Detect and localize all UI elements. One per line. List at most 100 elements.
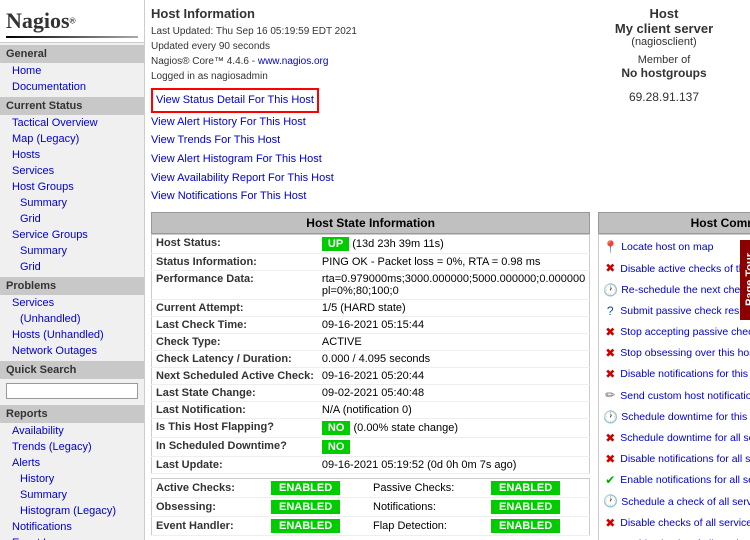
sidebar-item-alerts-summary[interactable]: Summary — [0, 487, 144, 503]
sidebar-item-notifications[interactable]: Notifications — [0, 519, 144, 535]
search-input[interactable] — [6, 383, 138, 399]
sidebar-item-services-unhandled[interactable]: (Unhandled) — [0, 311, 144, 327]
link-alert-histogram[interactable]: View Alert Histogram For This Host — [151, 150, 574, 169]
checks-value-flap-detection: ENABLED — [487, 517, 590, 536]
sidebar-item-host-groups[interactable]: Host Groups — [0, 179, 144, 195]
state-value-downtime: NO — [318, 438, 590, 457]
checks-label-obsessing: Obsessing: — [152, 498, 268, 517]
link-alert-history[interactable]: View Alert History For This Host — [151, 113, 574, 132]
host-info-title: Host Information — [151, 6, 574, 21]
state-value-flapping: NO (0.00% state change) — [318, 419, 590, 438]
check-icon-2: ✔ — [603, 535, 617, 540]
table-row: Last Check Time: 09-16-2021 05:15:44 — [152, 317, 590, 334]
host-label: Host — [584, 6, 744, 21]
checks-value-notifications: ENABLED — [487, 498, 590, 517]
x-icon-3: ✖ — [603, 344, 617, 363]
cmd-link-disable-checks-services[interactable]: Disable checks of all services on this h… — [620, 515, 750, 532]
x-icon-1: ✖ — [603, 259, 617, 278]
sidebar-item-hosts[interactable]: Hosts — [0, 147, 144, 163]
cmd-link-disable-notifications[interactable]: Disable notifications for this host — [620, 366, 750, 383]
state-label-last-state-change: Last State Change: — [152, 385, 318, 402]
sidebar-item-event-log[interactable]: Event Log — [0, 535, 144, 540]
cmd-link-submit-passive[interactable]: Submit passive check result for this hos… — [620, 303, 750, 320]
link-notifications[interactable]: View Notifications For This Host — [151, 187, 574, 206]
state-value-last-notification: N/A (notification 0) — [318, 402, 590, 419]
section-reports: Reports — [0, 405, 144, 423]
cmd-link-stop-obsessing[interactable]: Stop obsessing over this host — [620, 345, 750, 362]
sidebar-item-availability[interactable]: Availability — [0, 423, 144, 439]
state-label-flapping: Is This Host Flapping? — [152, 419, 318, 438]
sidebar-item-sg-summary[interactable]: Summary — [0, 243, 144, 259]
pencil-icon: ✏ — [603, 386, 617, 405]
cmd-link-enable-checks-services[interactable]: Enable checks of all services on this ho… — [620, 536, 750, 540]
sidebar-item-home[interactable]: Home — [0, 63, 144, 79]
cmd-link-locate[interactable]: Locate host on map — [621, 239, 713, 256]
sidebar-item-trends-legacy[interactable]: Trends (Legacy) — [0, 439, 144, 455]
sidebar-item-histogram-legacy[interactable]: Histogram (Legacy) — [0, 503, 144, 519]
cmd-link-disable-notif-services[interactable]: Disable notifications for all services o… — [620, 451, 750, 468]
checks-value-active: ENABLED — [267, 479, 369, 498]
sidebar-item-documentation[interactable]: Documentation — [0, 79, 144, 95]
x-icon-4: ✖ — [603, 365, 617, 384]
badge-active-checks: ENABLED — [271, 481, 340, 495]
host-nagios-core: Nagios® Core™ 4.4.6 - www.nagios.org — [151, 54, 574, 69]
state-table: Host Status: UP (13d 23h 39m 11s) Status… — [151, 234, 590, 474]
link-availability-report[interactable]: View Availability Report For This Host — [151, 169, 574, 188]
no-hostgroups: No hostgroups — [584, 66, 744, 80]
check-icon-1: ✔ — [603, 471, 617, 490]
sidebar-item-services[interactable]: Services — [0, 163, 144, 179]
link-status-detail[interactable]: View Status Detail For This Host — [151, 88, 319, 113]
nagios-link[interactable]: www.nagios.org — [258, 56, 329, 67]
cmd-reschedule: 🕐 Re-schedule the next check of this hos… — [599, 280, 750, 301]
host-logged-in: Logged in as nagiosadmin — [151, 69, 574, 84]
cmd-link-disable-active[interactable]: Disable active checks of this host — [620, 261, 750, 278]
sidebar-item-map-legacy[interactable]: Map (Legacy) — [0, 131, 144, 147]
cmd-disable-notif-services: ✖ Disable notifications for all services… — [599, 449, 750, 470]
section-quick-search: Quick Search — [0, 361, 144, 379]
table-row: Check Latency / Duration: 0.000 / 4.095 … — [152, 351, 590, 368]
cmd-link-schedule-downtime-services[interactable]: Schedule downtime for all services on th… — [620, 430, 750, 447]
clock-icon-2: 🕐 — [603, 408, 618, 427]
sidebar-item-sg-grid[interactable]: Grid — [0, 259, 144, 275]
sidebar-item-hosts-unhandled[interactable]: Hosts (Unhandled) — [0, 327, 144, 343]
clock-icon-1: 🕐 — [603, 281, 618, 300]
middle-section: Host State Information Host Status: UP (… — [151, 212, 744, 540]
checks-value-passive: ENABLED — [487, 479, 590, 498]
cmd-link-send-custom[interactable]: Send custom host notification — [620, 388, 750, 405]
state-label-latency: Check Latency / Duration: — [152, 351, 318, 368]
x-icon-6: ✖ — [603, 450, 617, 469]
checks-label-event-handler: Event Handler: — [152, 517, 268, 536]
status-badge-no-flapping: NO — [322, 421, 351, 435]
state-value-status-info: PING OK - Packet loss = 0%, RTA = 0.98 m… — [318, 254, 590, 271]
locate-icon: 📍 — [603, 238, 618, 257]
badge-event-handler: ENABLED — [271, 519, 340, 533]
sidebar-item-alerts-history[interactable]: History — [0, 471, 144, 487]
page-tour-tab[interactable]: Page Tour — [740, 240, 750, 320]
cmd-link-stop-passive[interactable]: Stop accepting passive checks for this h… — [620, 324, 750, 341]
x-icon-7: ✖ — [603, 514, 617, 533]
cmd-link-enable-notif-services[interactable]: Enable notifications for all services on… — [620, 472, 750, 489]
sidebar-item-tactical-overview[interactable]: Tactical Overview — [0, 115, 144, 131]
status-badge-up: UP — [322, 237, 349, 251]
state-value-last-update: 09-16-2021 05:19:52 (0d 0h 0m 7s ago) — [318, 457, 590, 474]
checks-value-event-handler: ENABLED — [267, 517, 369, 536]
cmd-link-schedule-downtime[interactable]: Schedule downtime for this host — [621, 409, 750, 426]
sidebar-item-alerts[interactable]: Alerts — [0, 455, 144, 471]
status-badge-no-downtime: NO — [322, 440, 351, 454]
badge-notifications: ENABLED — [491, 500, 560, 514]
sidebar-item-network-outages[interactable]: Network Outages — [0, 343, 144, 359]
link-trends[interactable]: View Trends For This Host — [151, 131, 574, 150]
checks-label-flap-detection: Flap Detection: — [369, 517, 487, 536]
cmd-link-reschedule[interactable]: Re-schedule the next check of this host — [621, 282, 750, 299]
sidebar-item-hg-summary[interactable]: Summary — [0, 195, 144, 211]
table-row: Current Attempt: 1/5 (HARD state) — [152, 300, 590, 317]
sidebar-item-problems-services[interactable]: Services — [0, 295, 144, 311]
logo-tm: ® — [70, 16, 76, 25]
sidebar-item-service-groups[interactable]: Service Groups — [0, 227, 144, 243]
sidebar-item-hg-grid[interactable]: Grid — [0, 211, 144, 227]
state-value-next-check: 09-16-2021 05:20:44 — [318, 368, 590, 385]
state-value-latency: 0.000 / 4.095 seconds — [318, 351, 590, 368]
state-label-last-update: Last Update: — [152, 457, 318, 474]
cmd-link-schedule-check-services[interactable]: Schedule a check of all services on this… — [621, 494, 750, 511]
section-problems: Problems — [0, 277, 144, 295]
